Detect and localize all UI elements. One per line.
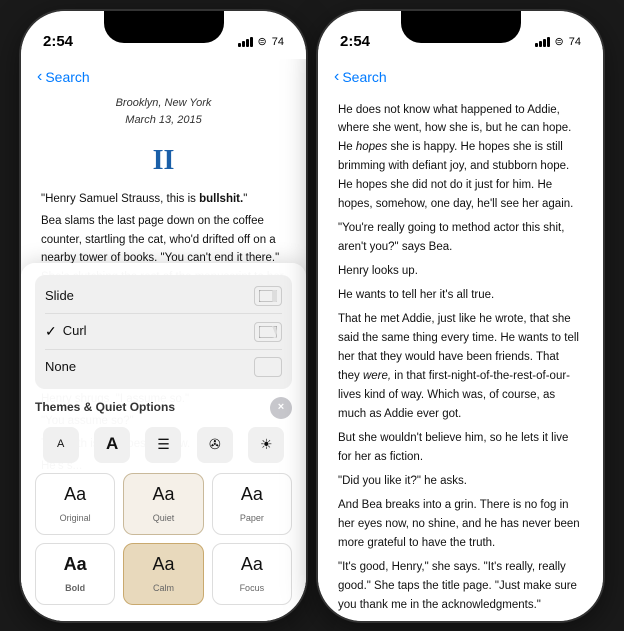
chevron-icon-right: ‹	[334, 68, 339, 86]
signal-icon	[238, 37, 253, 47]
notch	[104, 11, 224, 43]
font-large-button[interactable]: A	[94, 427, 130, 463]
themes-grid: Aa Original Aa Quiet Aa Paper Aa Bold	[35, 473, 292, 605]
phones-container: 2:54 ⊜ 74 ‹ Search Brooklyn, New York	[21, 11, 603, 621]
theme-calm-label: Calm	[153, 582, 174, 596]
rp-3: Henry looks up.	[338, 262, 583, 281]
theme-quiet[interactable]: Aa Quiet	[123, 473, 203, 535]
chapter-number: II	[41, 139, 286, 182]
status-icons-right: ⊜ 74	[535, 35, 581, 48]
phone-left: 2:54 ⊜ 74 ‹ Search Brooklyn, New York	[21, 11, 306, 621]
columns-icon: ☰	[157, 434, 170, 456]
font-large-label: A	[106, 431, 118, 457]
theme-calm-aa: Aa	[152, 551, 174, 579]
wifi-icon-right: ⊜	[555, 35, 564, 48]
themes-section-header: Themes & Quiet Options ×	[35, 397, 292, 419]
theme-original-label: Original	[60, 512, 91, 526]
theme-paper-aa: Aa	[241, 481, 263, 509]
back-button-right[interactable]: ‹ Search	[334, 68, 387, 86]
rp-6: But she wouldn't believe him, so he lets…	[338, 429, 583, 467]
option-none[interactable]: None	[45, 352, 282, 382]
nav-bar-left: ‹ Search	[21, 59, 306, 95]
rp-4: He wants to tell her it's all true.	[338, 286, 583, 305]
divider-1	[45, 313, 282, 314]
theme-original[interactable]: Aa Original	[35, 473, 115, 535]
theme-bold-aa: Aa	[64, 551, 87, 579]
option-none-label: None	[45, 357, 254, 377]
close-icon: ×	[278, 399, 284, 416]
bookmark-icon: ✇	[209, 434, 221, 456]
theme-focus[interactable]: Aa Focus	[212, 543, 292, 605]
battery-left: 74	[272, 36, 284, 48]
theme-paper[interactable]: Aa Paper	[212, 473, 292, 535]
para-1: "Henry Samuel Strauss, this is bullshit.…	[41, 190, 286, 208]
back-button-left[interactable]: ‹ Search	[37, 68, 90, 86]
book-header: Brooklyn, New York March 13, 2015	[41, 95, 286, 129]
rp-5: That he met Addie, just like he wrote, t…	[338, 310, 583, 424]
theme-bold-label: Bold	[65, 582, 85, 596]
battery-right: 74	[569, 36, 581, 48]
theme-bold[interactable]: Aa Bold	[35, 543, 115, 605]
back-label-left: Search	[45, 69, 89, 85]
theme-focus-label: Focus	[240, 582, 265, 596]
rp-9: "It's good, Henry," she says. "It's real…	[338, 558, 583, 615]
check-icon: ✓	[45, 321, 57, 343]
option-curl[interactable]: ✓ Curl	[45, 316, 282, 348]
option-curl-label: Curl	[63, 321, 254, 341]
option-slide[interactable]: Slide	[45, 281, 282, 311]
columns-button[interactable]: ☰	[145, 427, 181, 463]
display-icon: ☀	[260, 434, 273, 456]
display-button[interactable]: ☀	[248, 427, 284, 463]
divider-2	[45, 349, 282, 350]
theme-calm[interactable]: Aa Calm	[123, 543, 203, 605]
rp-1: He does not know what happened to Addie,…	[338, 101, 583, 215]
curl-icon	[254, 322, 282, 342]
theme-quiet-aa: Aa	[152, 481, 174, 509]
theme-quiet-label: Quiet	[153, 512, 175, 526]
rp-10: "What?"	[338, 620, 583, 621]
phone-right: 2:54 ⊜ 74 ‹ Search He does not know what…	[318, 11, 603, 621]
none-icon	[254, 357, 282, 377]
bookmark-button[interactable]: ✇	[197, 427, 233, 463]
book-location: Brooklyn, New York	[41, 95, 286, 112]
option-slide-label: Slide	[45, 286, 254, 306]
rp-8: And Bea breaks into a grin. There is no …	[338, 496, 583, 553]
notch-right	[401, 11, 521, 43]
rp-7: "Did you like it?" he asks.	[338, 472, 583, 491]
overlay-panel: Slide ✓ Curl Non	[21, 263, 306, 621]
nav-bar-right: ‹ Search	[318, 59, 603, 95]
reader-content-right: He does not know what happened to Addie,…	[318, 95, 603, 621]
wifi-icon: ⊜	[258, 35, 267, 48]
font-small-label: A	[57, 436, 64, 453]
back-label-right: Search	[342, 69, 386, 85]
theme-focus-aa: Aa	[241, 551, 263, 579]
reader-content-left: Brooklyn, New York March 13, 2015 II "He…	[21, 95, 306, 621]
font-small-button[interactable]: A	[43, 427, 79, 463]
themes-label: Themes & Quiet Options	[35, 398, 175, 417]
status-icons-left: ⊜ 74	[238, 35, 284, 48]
slide-icon	[254, 286, 282, 306]
signal-icon-right	[535, 37, 550, 47]
chevron-icon: ‹	[37, 68, 42, 86]
close-button[interactable]: ×	[270, 397, 292, 419]
time-right: 2:54	[340, 33, 370, 50]
font-toolbar: A A ☰ ✇ ☀	[35, 427, 292, 463]
rp-2: "You're really going to method actor thi…	[338, 219, 583, 257]
slide-options-menu: Slide ✓ Curl Non	[35, 275, 292, 389]
theme-paper-label: Paper	[240, 512, 264, 526]
theme-original-aa: Aa	[64, 481, 86, 509]
time-left: 2:54	[43, 33, 73, 50]
book-date: March 13, 2015	[41, 112, 286, 129]
